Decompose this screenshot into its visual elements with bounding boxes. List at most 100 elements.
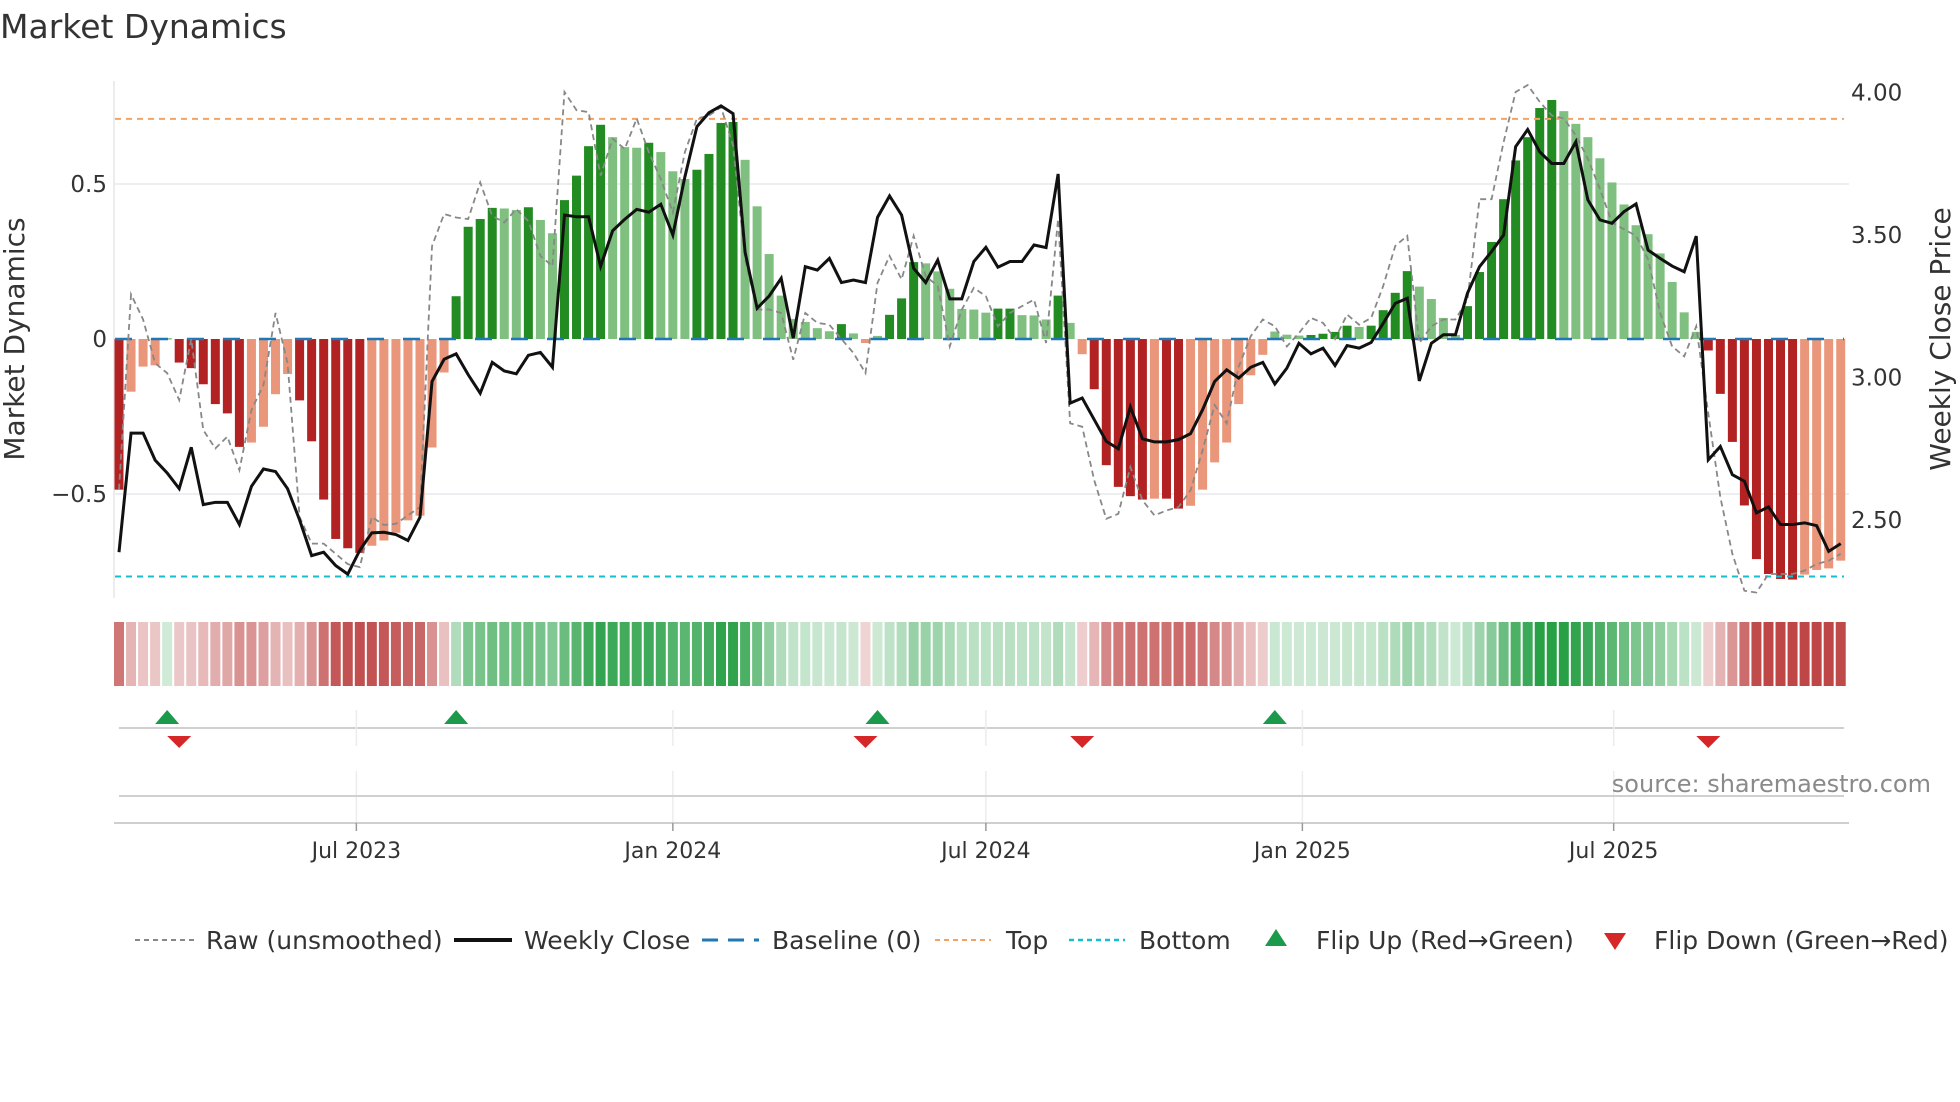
bar bbox=[1161, 339, 1171, 499]
bar bbox=[403, 339, 413, 521]
heatmap-cell bbox=[1739, 622, 1750, 686]
heatmap-cell bbox=[1619, 622, 1629, 686]
heatmap-cell bbox=[162, 622, 173, 686]
bar bbox=[632, 147, 642, 339]
heatmap-cell bbox=[1053, 622, 1064, 686]
heatmap-cell bbox=[547, 622, 558, 686]
bar bbox=[993, 308, 1003, 339]
bar bbox=[475, 219, 485, 339]
bar bbox=[1390, 292, 1400, 339]
bar bbox=[620, 147, 630, 339]
heatmap-cell bbox=[1799, 622, 1810, 686]
bar bbox=[1258, 339, 1268, 355]
bar bbox=[138, 339, 148, 367]
bar bbox=[391, 339, 401, 533]
heatmap-cell bbox=[1354, 622, 1365, 686]
bar bbox=[355, 339, 365, 553]
heatmap-cell bbox=[872, 622, 883, 686]
heatmap-cell bbox=[114, 622, 124, 686]
heatmap-cell bbox=[1570, 622, 1581, 686]
heatmap-cell bbox=[1089, 622, 1100, 686]
heatmap-cell bbox=[1414, 622, 1425, 686]
heatmap-cell bbox=[1606, 622, 1617, 686]
heatmap-cell bbox=[1125, 622, 1136, 686]
heatmap-cell bbox=[1185, 622, 1196, 686]
heatmap-cell bbox=[222, 622, 233, 686]
bar bbox=[1619, 204, 1629, 339]
bar bbox=[969, 309, 979, 339]
bar bbox=[114, 339, 124, 490]
flip-panel bbox=[119, 710, 1844, 748]
heatmap-cell bbox=[174, 622, 185, 686]
heatmap-cell bbox=[667, 622, 678, 686]
heatmap-cell bbox=[198, 622, 209, 686]
heatmap-cell bbox=[1462, 622, 1473, 686]
heatmap-cell bbox=[282, 622, 293, 686]
bar bbox=[1354, 326, 1364, 339]
heatmap-cell bbox=[583, 622, 594, 686]
heatmap-cell bbox=[1787, 622, 1798, 686]
heatmap-cell bbox=[1679, 622, 1690, 686]
heatmap-cell bbox=[1269, 622, 1280, 686]
y-right-tick-label: 4.00 bbox=[1851, 81, 1902, 107]
market-dynamics-chart: Market Dynamics 0.5 0 −0.5 4.00 3.50 3.00 2.5… bbox=[0, 7, 1957, 955]
bar bbox=[1631, 225, 1641, 339]
bar bbox=[668, 171, 678, 339]
heatmap-cell bbox=[1245, 622, 1256, 686]
heatmap-cell bbox=[1293, 622, 1304, 686]
bar bbox=[885, 314, 895, 339]
heatmap-cell bbox=[511, 622, 522, 686]
heatmap-cell bbox=[523, 622, 534, 686]
bar bbox=[1174, 339, 1184, 509]
bar bbox=[1559, 111, 1569, 340]
heatmap-cell bbox=[1703, 622, 1714, 686]
y-right-tick-label: 3.50 bbox=[1851, 223, 1902, 249]
heatmap-cell bbox=[595, 622, 606, 686]
bar bbox=[1234, 339, 1244, 405]
bar bbox=[716, 122, 726, 340]
bar bbox=[1426, 299, 1436, 339]
bar bbox=[1800, 339, 1810, 575]
heatmap-cell bbox=[294, 622, 305, 686]
right-y-axis: 4.00 3.50 3.00 2.50 bbox=[1851, 81, 1902, 535]
heatmap-cell bbox=[138, 622, 149, 686]
heatmap-cell bbox=[1137, 622, 1148, 686]
bar bbox=[451, 296, 461, 339]
bar bbox=[1679, 312, 1689, 339]
heatmap-cell bbox=[1835, 622, 1846, 686]
heatmap-cell bbox=[1426, 622, 1437, 686]
heatmap-cell bbox=[451, 622, 462, 686]
bar bbox=[680, 179, 690, 339]
flip-up-icon bbox=[1265, 929, 1287, 946]
bar bbox=[174, 339, 184, 363]
heatmap-cell bbox=[1281, 622, 1292, 686]
flip-down-marker bbox=[167, 736, 192, 748]
bar bbox=[1763, 339, 1773, 574]
heatmap-cell bbox=[1582, 622, 1593, 686]
heatmap-cell bbox=[1546, 622, 1557, 686]
heatmap-cell bbox=[1498, 622, 1509, 686]
bar bbox=[319, 339, 329, 500]
heatmap-cell bbox=[1221, 622, 1232, 686]
bar bbox=[1836, 339, 1846, 561]
bar bbox=[523, 207, 533, 339]
heatmap-cell bbox=[306, 622, 317, 686]
legend-top-label: Top bbox=[1005, 926, 1048, 955]
heatmap-cell bbox=[908, 622, 919, 686]
heatmap-cell bbox=[499, 622, 510, 686]
bar bbox=[1523, 137, 1533, 339]
flip-up-marker bbox=[1262, 710, 1287, 724]
heatmap-cell bbox=[1161, 622, 1172, 686]
heatmap-cell bbox=[1342, 622, 1353, 686]
bar bbox=[1462, 306, 1472, 339]
heatmap-cell bbox=[860, 622, 871, 686]
bar bbox=[535, 219, 545, 339]
bar bbox=[1703, 339, 1713, 351]
heatmap-cell bbox=[848, 622, 859, 686]
right-axis-label: Weekly Close Price bbox=[1924, 207, 1957, 470]
flip-down-marker bbox=[853, 736, 878, 748]
heatmap-cell bbox=[378, 622, 389, 686]
bar bbox=[234, 339, 244, 447]
heatmap-cell bbox=[258, 622, 269, 686]
heatmap-cell bbox=[920, 622, 931, 686]
